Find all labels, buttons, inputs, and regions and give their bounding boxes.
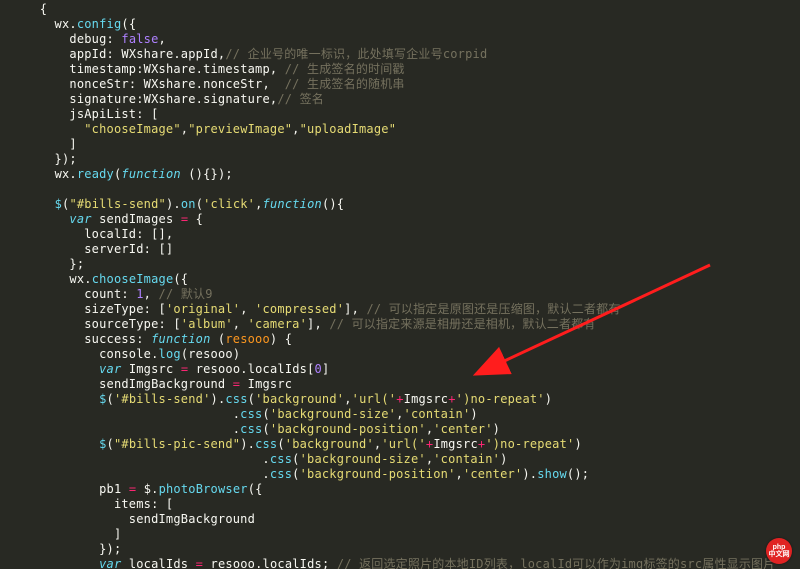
code-editor: { wx.config({ debug: false, appId: WXsha… xyxy=(0,0,800,569)
site-logo-badge: php 中文网 xyxy=(766,538,792,564)
